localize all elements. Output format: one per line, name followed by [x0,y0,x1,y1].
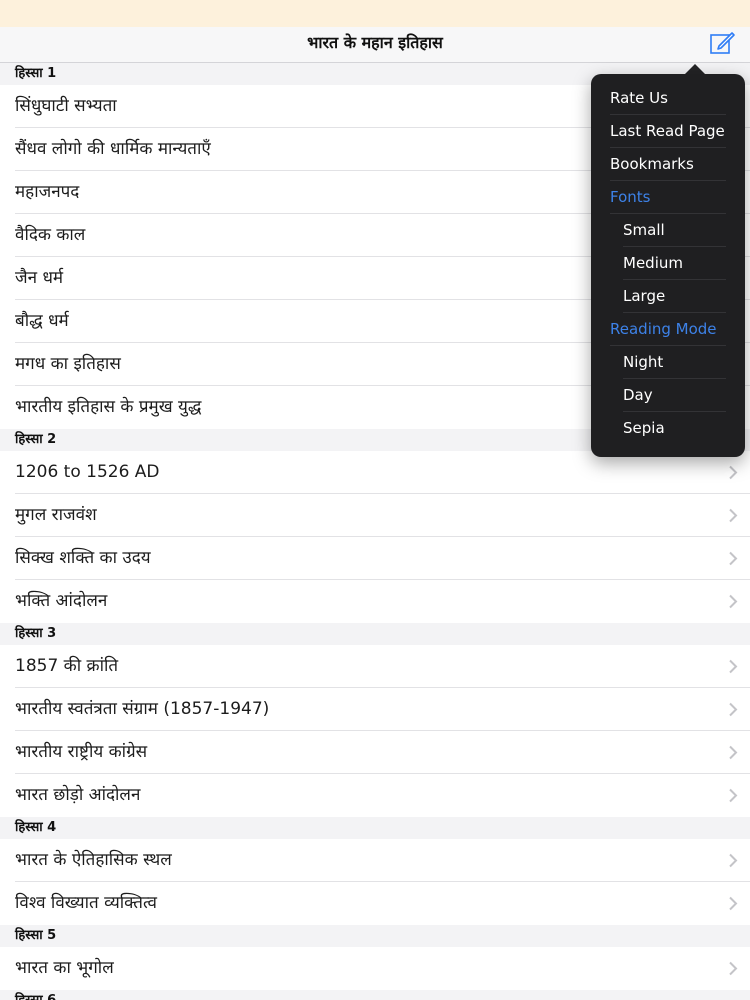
chevron-right-icon [729,788,738,803]
chevron-right-icon [729,594,738,609]
section-header: हिस्सा 5 [0,925,750,947]
list-item[interactable]: भक्ति आंदोलन [0,580,750,623]
chevron-right-icon [729,961,738,976]
list-item[interactable]: भारत छोड़ो आंदोलन [0,774,750,817]
chevron-right-icon [729,659,738,674]
list-item[interactable]: भारतीय राष्ट्रीय कांग्रेस [0,731,750,774]
menu-section-reading-mode: Reading Mode [591,313,745,346]
menu-font-large[interactable]: Large [591,280,745,313]
list-item[interactable]: भारत का भूगोल [0,947,750,990]
menu-section-fonts: Fonts [591,181,745,214]
list-item-label: महाजनपद [15,182,80,202]
menu-mode-sepia[interactable]: Sepia [591,412,745,445]
list-item[interactable]: मुगल राजवंश [0,494,750,537]
list-item[interactable]: भारतीय स्वतंत्रता संग्राम (1857-1947) [0,688,750,731]
page-title: भारत के महान इतिहास [307,33,443,52]
status-strip [0,0,750,27]
menu-mode-night[interactable]: Night [591,346,745,379]
settings-popover: Rate Us Last Read Page Bookmarks Fonts S… [591,74,745,457]
menu-bookmarks[interactable]: Bookmarks [591,148,745,181]
list-item-label: मुगल राजवंश [15,505,97,525]
chevron-right-icon [729,896,738,911]
menu-rate-us[interactable]: Rate Us [591,82,745,115]
list-item-label: भारतीय स्वतंत्रता संग्राम (1857-1947) [15,699,270,719]
menu-font-medium[interactable]: Medium [591,247,745,280]
chevron-right-icon [729,853,738,868]
list-item-label: बौद्ध धर्म [15,311,69,331]
list-item-label: भारत छोड़ो आंदोलन [15,785,141,805]
list-item-label: भारतीय इतिहास के प्रमुख युद्ध [15,397,202,417]
list-item-label: जैन धर्म [15,268,64,288]
chevron-right-icon [729,745,738,760]
list-item-label: 1857 की क्रांति [15,656,119,676]
chevron-right-icon [729,465,738,480]
list-item-label: सिंधुघाटी सभ्यता [15,96,117,116]
section-header: हिस्सा 4 [0,817,750,839]
menu-last-read-page[interactable]: Last Read Page [591,115,745,148]
list-item[interactable]: 1206 to 1526 AD [0,451,750,494]
section-header: हिस्सा 3 [0,623,750,645]
section-header: हिस्सा 6 [0,990,750,1000]
list-item-label: मगध का इतिहास [15,354,121,374]
menu-font-small[interactable]: Small [591,214,745,247]
list-item-label: 1206 to 1526 AD [15,462,160,482]
chevron-right-icon [729,508,738,523]
list-item-label: विश्व विख्यात व्यक्तित्व [15,893,157,913]
compose-button[interactable] [708,29,736,57]
list-item-label: सैंधव लोगो की धार्मिक मान्यताएँ [15,139,211,159]
chevron-right-icon [729,551,738,566]
list-item[interactable]: 1857 की क्रांति [0,645,750,688]
navigation-bar: भारत के महान इतिहास [0,27,750,63]
list-item[interactable]: भारत के ऐतिहासिक स्थल [0,839,750,882]
list-item[interactable]: सिक्ख शक्ति का उदय [0,537,750,580]
list-item[interactable]: विश्व विख्यात व्यक्तित्व [0,882,750,925]
list-item-label: सिक्ख शक्ति का उदय [15,548,151,568]
list-item-label: भारतीय राष्ट्रीय कांग्रेस [15,742,148,762]
compose-icon [710,32,735,54]
list-item-label: भक्ति आंदोलन [15,591,108,611]
menu-mode-day[interactable]: Day [591,379,745,412]
list-item-label: वैदिक काल [15,225,86,245]
list-item-label: भारत का भूगोल [15,958,114,978]
chevron-right-icon [729,702,738,717]
list-item-label: भारत के ऐतिहासिक स्थल [15,850,172,870]
